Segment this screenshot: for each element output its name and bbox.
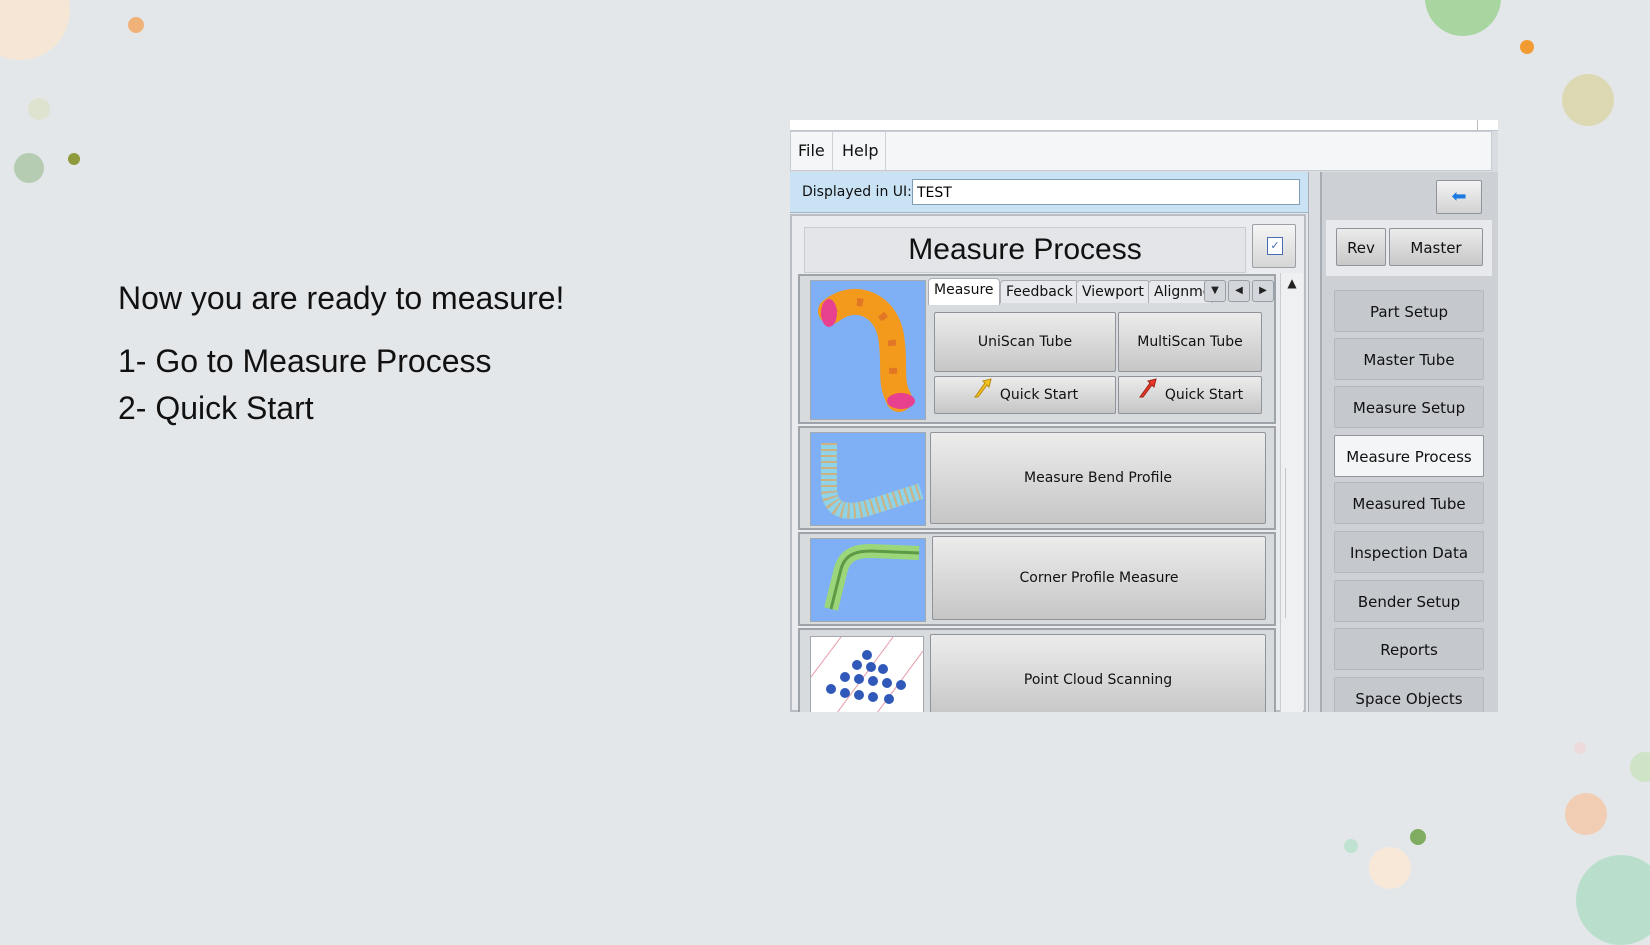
bend-profile-image <box>810 432 926 526</box>
step-2-text: 2- Quick Start <box>118 390 314 426</box>
menu-file[interactable]: File <box>791 132 833 170</box>
measure-bend-profile-button[interactable]: Measure Bend Profile <box>930 432 1266 524</box>
sidebar-item-inspection-data[interactable]: Inspection Data <box>1334 531 1484 573</box>
dropdown-handle[interactable] <box>1477 120 1492 130</box>
decor-dot <box>28 98 50 120</box>
uniscan-tube-button[interactable]: UniScan Tube <box>934 312 1116 372</box>
decor-dot <box>1344 839 1358 853</box>
navigation-sidebar: ⬅ Rev Master Part Setup Master Tube Meas… <box>1320 172 1498 712</box>
rev-master-bar: Rev Master <box>1326 220 1492 276</box>
tab-alignment[interactable]: Alignme <box>1148 280 1212 303</box>
tab-scroll-left-icon[interactable]: ◀ <box>1228 280 1250 302</box>
decor-dot <box>68 153 80 165</box>
sidebar-item-master-tube[interactable]: Master Tube <box>1334 338 1484 380</box>
step-1-text: 1- Go to Measure Process <box>118 343 492 379</box>
tube-image <box>810 280 926 420</box>
uniscan-tube-label: UniScan Tube <box>977 334 1073 350</box>
menu-help[interactable]: Help <box>835 132 887 170</box>
corner-profile-measure-button[interactable]: Corner Profile Measure <box>932 536 1266 620</box>
decor-dot <box>1425 0 1501 36</box>
checklist-icon: ✓ <box>1267 237 1283 255</box>
scroll-up-icon[interactable]: ▲ <box>1281 273 1303 293</box>
tab-scroll-right-icon[interactable]: ▶ <box>1252 280 1274 302</box>
decor-dot <box>1562 74 1614 126</box>
sidebar-item-bender-setup[interactable]: Bender Setup <box>1334 580 1484 622</box>
back-arrow-icon: ⬅ <box>1451 186 1467 207</box>
master-button[interactable]: Master <box>1389 228 1483 266</box>
decor-dot <box>1410 829 1426 845</box>
decor-dot <box>1565 793 1607 835</box>
decor-dot <box>1630 752 1650 782</box>
rev-button[interactable]: Rev <box>1336 228 1386 266</box>
decor-dot <box>1574 742 1586 754</box>
app-window: File Help Displayed in UI: TEST Measure … <box>790 120 1498 712</box>
point-cloud-scanning-button[interactable]: Point Cloud Scanning <box>930 634 1266 712</box>
tab-feedback[interactable]: Feedback <box>1000 280 1079 303</box>
sidebar-item-reports[interactable]: Reports <box>1334 628 1484 670</box>
decor-dot <box>0 0 70 60</box>
quick-start-label: Quick Start <box>1164 387 1244 403</box>
decor-dot <box>1576 855 1650 945</box>
tab-viewport[interactable]: Viewport <box>1076 280 1150 303</box>
process-frame: Measure Process ✓ ▲ Measure Feedback Vie… <box>790 214 1306 712</box>
checklist-button[interactable]: ✓ <box>1252 224 1296 268</box>
displayed-in-ui-bar: Displayed in UI: TEST <box>790 172 1308 213</box>
scroll-thumb[interactable] <box>1285 468 1298 618</box>
quick-start-uniscan-button[interactable]: Quick Start <box>934 376 1116 414</box>
decor-dot <box>128 17 144 33</box>
measure-bend-profile-label: Measure Bend Profile <box>1024 470 1172 486</box>
tab-list-dropdown-icon[interactable]: ▼ <box>1204 280 1226 302</box>
displayed-in-ui-label: Displayed in UI: <box>802 184 912 200</box>
decor-dot <box>14 153 44 183</box>
sidebar-item-space-objects[interactable]: Space Objects <box>1334 677 1484 712</box>
sidebar-item-measure-process[interactable]: Measure Process <box>1334 435 1484 477</box>
quick-start-label: Quick Start <box>999 387 1079 403</box>
menu-bar: File Help <box>790 131 1492 171</box>
bend-profile-row: Measure Bend Profile <box>798 426 1276 530</box>
tab-strip: Measure Feedback Viewport Alignme ▼ ◀ ▶ <box>928 278 1274 305</box>
quick-start-yellow-icon <box>972 377 994 413</box>
quick-start-multiscan-button[interactable]: Quick Start <box>1118 376 1262 414</box>
corner-profile-image <box>810 538 926 622</box>
multiscan-tube-button[interactable]: MultiScan Tube <box>1118 312 1262 372</box>
point-cloud-row: Point Cloud Scanning <box>798 628 1276 712</box>
point-cloud-image <box>810 636 924 712</box>
back-arrow-button[interactable]: ⬅ <box>1436 180 1482 214</box>
sidebar-item-part-setup[interactable]: Part Setup <box>1334 290 1484 332</box>
sidebar-item-measured-tube[interactable]: Measured Tube <box>1334 482 1484 524</box>
corner-profile-measure-label: Corner Profile Measure <box>1019 570 1179 586</box>
page-title: Measure Process <box>804 227 1246 273</box>
corner-profile-row: Corner Profile Measure <box>798 532 1276 626</box>
sidebar-item-measure-setup[interactable]: Measure Setup <box>1334 386 1484 428</box>
measure-panel: Displayed in UI: TEST Measure Process ✓ … <box>790 172 1309 712</box>
slide-heading: Now you are ready to measure! <box>118 280 565 316</box>
tab-measure[interactable]: Measure <box>928 278 1000 305</box>
decor-dot <box>1520 40 1534 54</box>
point-cloud-scanning-label: Point Cloud Scanning <box>1023 672 1173 688</box>
displayed-in-ui-field[interactable]: TEST <box>912 179 1300 205</box>
vertical-scrollbar[interactable]: ▲ <box>1280 273 1303 712</box>
multiscan-tube-label: MultiScan Tube <box>1137 334 1243 350</box>
tube-measure-row: Measure Feedback Viewport Alignme ▼ ◀ ▶ … <box>798 274 1276 424</box>
decor-dot <box>1369 847 1411 889</box>
window-top-strip <box>790 120 1498 131</box>
quick-start-red-icon <box>1137 377 1159 413</box>
